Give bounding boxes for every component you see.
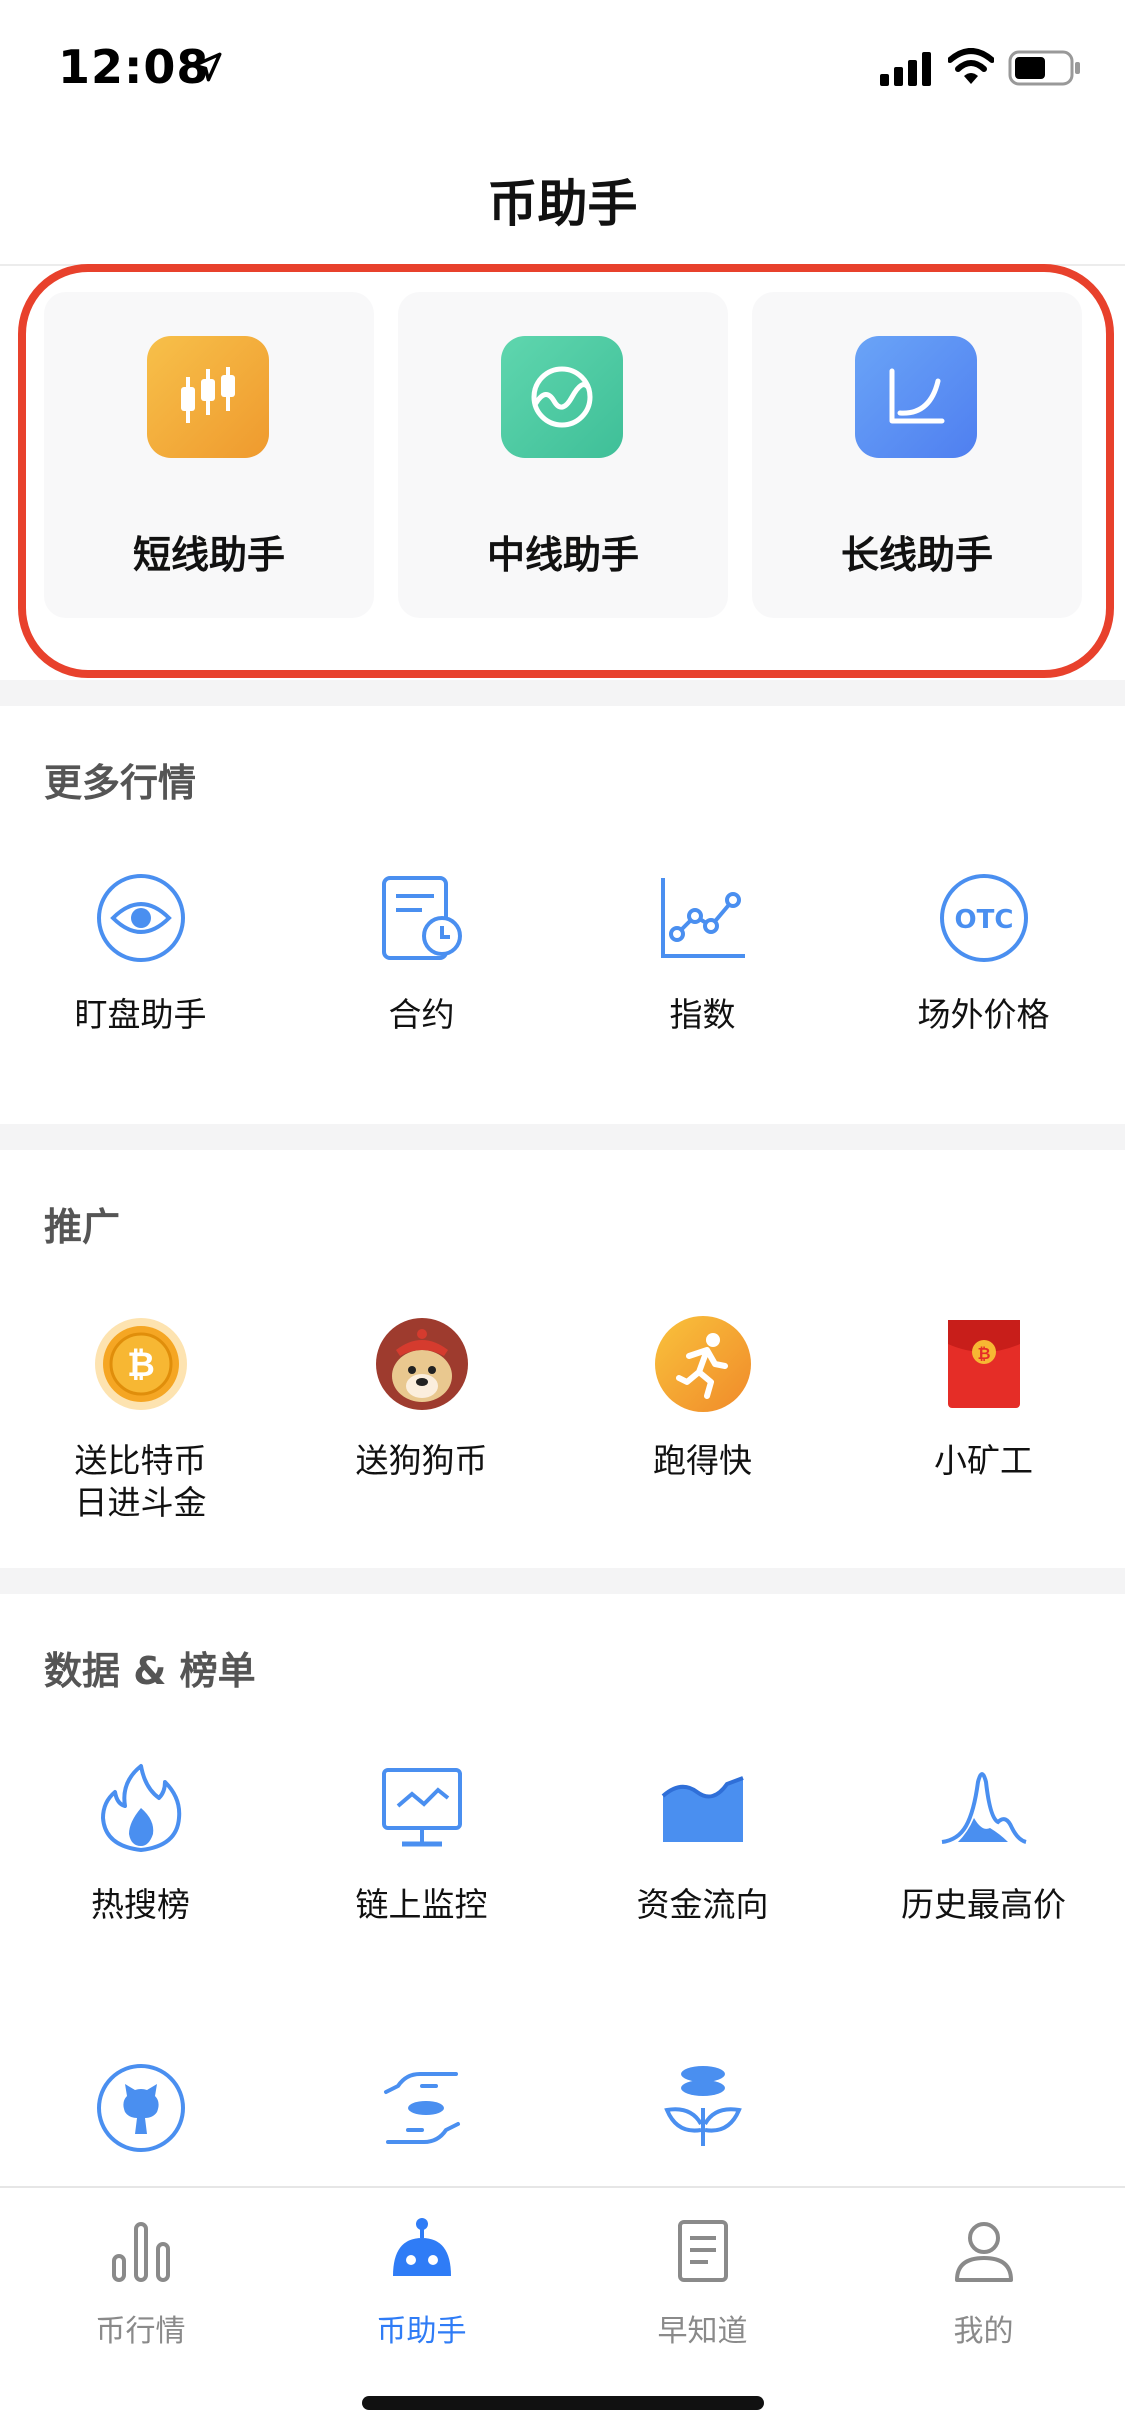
tab-label: 我的 bbox=[953, 2314, 1014, 2349]
section-title-promo: 推广 bbox=[44, 1205, 121, 1249]
peak-chart-icon bbox=[936, 1760, 1032, 1856]
section-divider bbox=[0, 1124, 1125, 1150]
runner-icon bbox=[654, 1316, 751, 1412]
otc-icon: OTC bbox=[936, 870, 1032, 966]
github-icon bbox=[93, 2060, 189, 2156]
item-label: 合约 bbox=[388, 995, 455, 1034]
otc-price-item[interactable]: OTC 场外价格 bbox=[843, 870, 1124, 1036]
wifi-icon bbox=[948, 48, 994, 84]
battery-icon bbox=[1008, 50, 1080, 86]
document-icon bbox=[677, 2220, 728, 2282]
doge-icon bbox=[374, 1316, 470, 1412]
robot-icon bbox=[392, 2218, 451, 2276]
section-title-data: 数据 & 榜单 bbox=[44, 1649, 256, 1693]
tab-label: 币行情 bbox=[95, 2314, 186, 2349]
coin-plant-icon bbox=[655, 2060, 751, 2156]
contract-clock-icon bbox=[374, 870, 470, 966]
assistant-cards: 短线助手 中线助手 长线助手 bbox=[0, 266, 1125, 680]
status-time: 12:08 bbox=[58, 40, 210, 94]
tab-label: 早知道 bbox=[657, 2314, 748, 2349]
item-label: 链上监控 bbox=[355, 1885, 488, 1924]
fund-flow-item[interactable]: 资金流向 bbox=[562, 1760, 843, 1926]
page-title: 币助手 bbox=[487, 175, 638, 233]
item-label: 场外价格 bbox=[917, 995, 1050, 1034]
item-label: 跑得快 bbox=[653, 1441, 752, 1480]
curve-chart-icon bbox=[855, 336, 977, 458]
assistant-label: 短线助手 bbox=[132, 533, 285, 577]
item-label: 盯盘助手 bbox=[74, 995, 207, 1034]
item-label-line1: 送比特币 bbox=[74, 1441, 207, 1480]
contract-item[interactable]: 合约 bbox=[281, 870, 562, 1036]
cellular-signal-icon bbox=[880, 52, 931, 86]
mid-term-assistant-card[interactable]: 中线助手 bbox=[398, 292, 728, 618]
index-item[interactable]: 指数 bbox=[562, 870, 843, 1036]
hot-search-item[interactable]: 热搜榜 bbox=[0, 1760, 281, 1926]
hand-coin-icon bbox=[374, 2060, 470, 2156]
item-label: 资金流向 bbox=[636, 1885, 769, 1924]
wave-chart-icon bbox=[501, 336, 623, 458]
tab-assistant[interactable]: 币助手 bbox=[281, 2216, 562, 2350]
watch-assistant-item[interactable]: 盯盘助手 bbox=[0, 870, 281, 1036]
item-label: 热搜榜 bbox=[91, 1885, 190, 1924]
bar-chart-icon bbox=[111, 2222, 170, 2282]
svg-text:OTC: OTC bbox=[954, 905, 1013, 935]
flow-area-icon bbox=[655, 1760, 751, 1856]
svg-text:₿: ₿ bbox=[127, 1345, 155, 1385]
eye-icon bbox=[93, 870, 189, 966]
item-label: 送比特币 日进斗金 bbox=[0, 1440, 281, 1524]
item-label: 指数 bbox=[669, 995, 736, 1034]
user-icon bbox=[954, 2222, 1013, 2282]
section-divider bbox=[0, 1568, 1125, 1594]
github-item[interactable] bbox=[0, 2060, 281, 2184]
onchain-monitor-item[interactable]: 链上监控 bbox=[281, 1760, 562, 1926]
coin-plant-item[interactable] bbox=[562, 2060, 843, 2184]
fire-icon bbox=[93, 1760, 189, 1856]
assistant-label: 中线助手 bbox=[486, 533, 639, 577]
index-chart-icon bbox=[655, 870, 751, 966]
item-label: 小矿工 bbox=[934, 1441, 1033, 1480]
assistant-label: 长线助手 bbox=[840, 533, 993, 577]
section-title-market: 更多行情 bbox=[44, 761, 197, 805]
monitor-icon bbox=[374, 1760, 470, 1856]
home-indicator[interactable] bbox=[362, 2396, 764, 2410]
red-envelope-icon: ₿ bbox=[936, 1316, 1032, 1412]
dogecoin-promo-item[interactable]: 送狗狗币 bbox=[281, 1316, 562, 1482]
tab-early-news[interactable]: 早知道 bbox=[562, 2216, 843, 2350]
tab-label: 币助手 bbox=[376, 2314, 467, 2349]
item-label-line2: 日进斗金 bbox=[74, 1483, 207, 1522]
candlestick-icon bbox=[147, 336, 269, 458]
tab-mine[interactable]: 我的 bbox=[843, 2216, 1124, 2350]
hand-coin-item[interactable] bbox=[281, 2060, 562, 2184]
section-divider bbox=[0, 680, 1125, 706]
svg-text:₿: ₿ bbox=[977, 1344, 990, 1363]
run-fast-item[interactable]: 跑得快 bbox=[562, 1316, 843, 1482]
location-arrow-icon bbox=[192, 52, 222, 82]
little-miner-item[interactable]: ₿ 小矿工 bbox=[843, 1316, 1124, 1482]
long-term-assistant-card[interactable]: 长线助手 bbox=[752, 292, 1082, 618]
bitcoin-coin-icon: ₿ bbox=[93, 1316, 189, 1412]
all-time-high-item[interactable]: 历史最高价 bbox=[843, 1760, 1124, 1926]
tab-market[interactable]: 币行情 bbox=[0, 2216, 281, 2350]
item-label: 送狗狗币 bbox=[355, 1441, 488, 1480]
bitcoin-promo-item[interactable]: ₿ 送比特币 日进斗金 bbox=[0, 1316, 281, 1524]
status-bar: 12:08 bbox=[0, 0, 1125, 132]
item-label: 历史最高价 bbox=[901, 1885, 1066, 1924]
short-term-assistant-card[interactable]: 短线助手 bbox=[44, 292, 374, 618]
